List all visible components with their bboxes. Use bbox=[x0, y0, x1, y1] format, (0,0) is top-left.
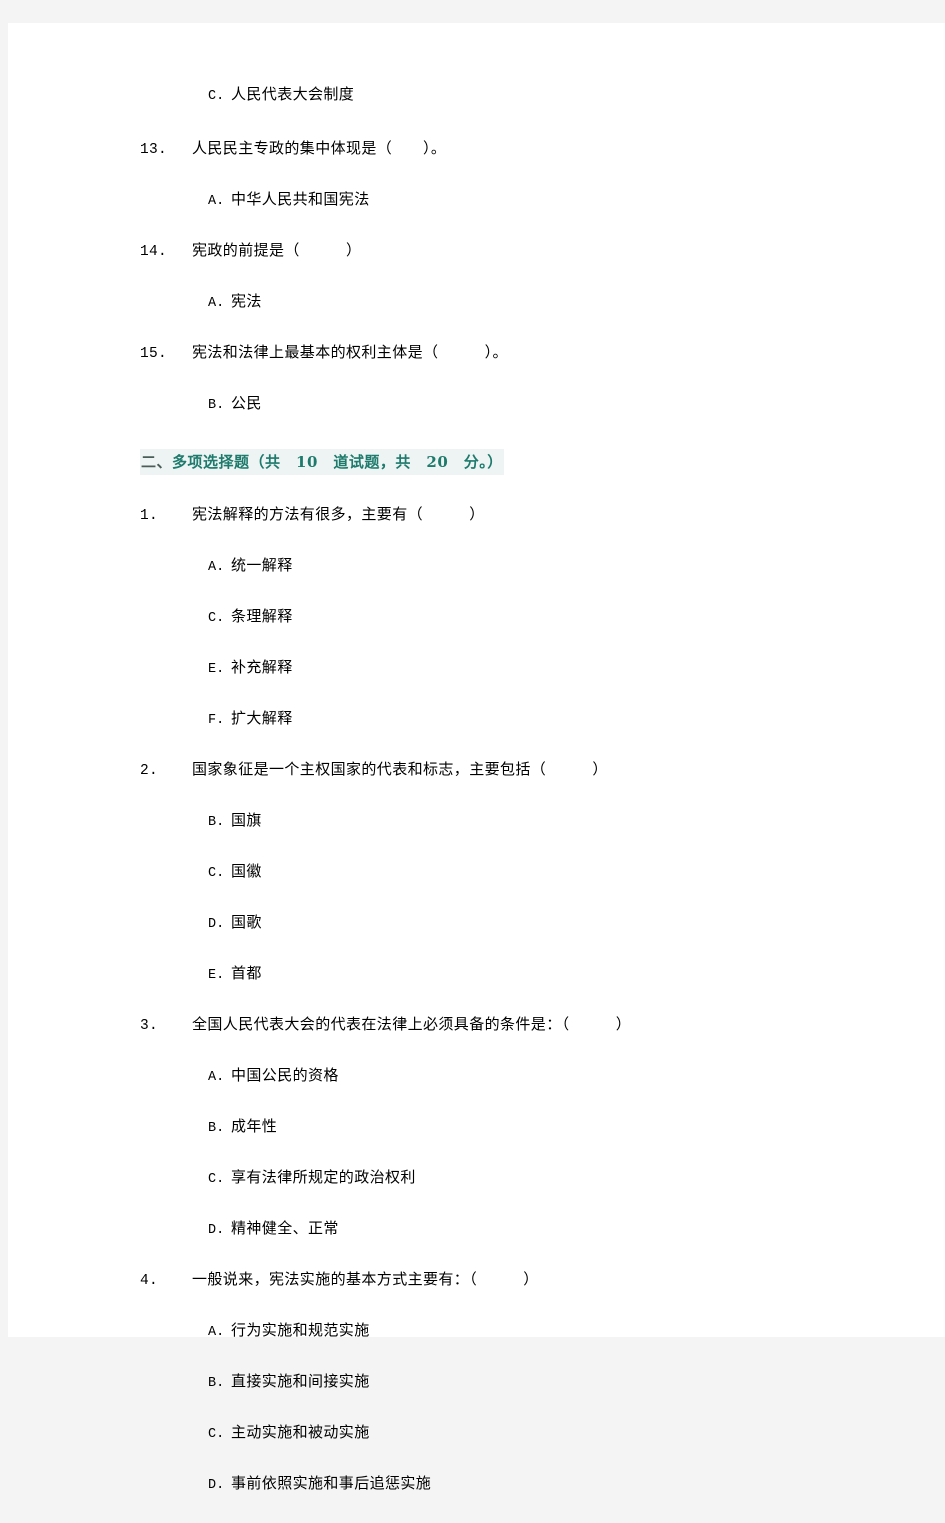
list-item: C. 主动实施和被动实施 bbox=[208, 1421, 900, 1442]
option-text: 国旗 bbox=[231, 811, 262, 829]
option-letter: D. bbox=[208, 1478, 225, 1493]
page-canvas: C. 人民代表大会制度 13. 人民民主专政的集中体现是（ ）。 A. 中华人民… bbox=[0, 0, 945, 1493]
question-number: 3. bbox=[140, 1018, 159, 1034]
question-number: 14. bbox=[140, 244, 168, 260]
list-item: C. 享有法律所规定的政治权利 bbox=[208, 1166, 900, 1187]
option-letter: A. bbox=[208, 560, 225, 575]
question-stem: 全国人民代表大会的代表在法律上必须具备的条件是：（ ） bbox=[192, 1015, 632, 1033]
option-letter: C. bbox=[208, 1427, 225, 1442]
question-number: 13. bbox=[140, 142, 168, 158]
option-text: 统一解释 bbox=[231, 556, 293, 574]
question-number: 15. bbox=[140, 346, 168, 362]
option-text: 公民 bbox=[231, 394, 262, 412]
list-item: D. 事前依照实施和事后追惩实施 bbox=[208, 1472, 900, 1493]
list-item: D. 国歌 bbox=[208, 911, 900, 932]
question-stem: 人民民主专政的集中体现是（ ）。 bbox=[192, 139, 447, 157]
option-letter: E. bbox=[208, 662, 225, 677]
option-text: 扩大解释 bbox=[231, 709, 293, 727]
option-text: 成年性 bbox=[231, 1117, 278, 1135]
option-letter: A. bbox=[208, 296, 225, 311]
option-letter: D. bbox=[208, 1223, 225, 1238]
list-item: C. 人民代表大会制度 bbox=[208, 83, 900, 104]
list-item: B. 国旗 bbox=[208, 809, 900, 830]
option-text: 人民代表大会制度 bbox=[231, 85, 355, 103]
option-letter: C. bbox=[208, 1172, 225, 1187]
section-index-label: 二、 bbox=[141, 453, 173, 471]
option-text: 精神健全、正常 bbox=[231, 1219, 339, 1237]
page-sheet: C. 人民代表大会制度 13. 人民民主专政的集中体现是（ ）。 A. 中华人民… bbox=[8, 23, 945, 1493]
list-item: C. 条理解释 bbox=[208, 605, 900, 626]
option-letter: C. bbox=[208, 89, 225, 104]
option-text: 事前依照实施和事后追惩实施 bbox=[231, 1474, 432, 1492]
question-number: 1. bbox=[140, 508, 159, 524]
option-letter: B. bbox=[208, 398, 225, 413]
option-letter: C. bbox=[208, 611, 225, 626]
question-stem: 国家象征是一个主权国家的代表和标志，主要包括（ ） bbox=[192, 760, 608, 778]
question-row: 14. 宪政的前提是（ ） bbox=[140, 239, 900, 260]
list-item: B. 直接实施和间接实施 bbox=[208, 1370, 900, 1391]
option-text: 国歌 bbox=[231, 913, 262, 931]
question-row: 2. 国家象征是一个主权国家的代表和标志，主要包括（ ） bbox=[140, 758, 900, 779]
document-body: C. 人民代表大会制度 13. 人民民主专政的集中体现是（ ）。 A. 中华人民… bbox=[140, 83, 900, 1523]
option-letter: C. bbox=[208, 866, 225, 881]
option-letter: E. bbox=[208, 968, 225, 983]
list-item: A. 统一解释 bbox=[208, 554, 900, 575]
question-number: 4. bbox=[140, 1273, 159, 1289]
option-text: 享有法律所规定的政治权利 bbox=[231, 1168, 416, 1186]
list-item: B. 公民 bbox=[208, 392, 900, 413]
option-letter: A. bbox=[208, 194, 225, 209]
option-letter: A. bbox=[208, 1070, 225, 1085]
question-stem: 一般说来，宪法实施的基本方式主要有：（ ） bbox=[192, 1270, 539, 1288]
option-letter: B. bbox=[208, 815, 225, 830]
option-letter: F. bbox=[208, 713, 225, 728]
list-item: E. 补充解释 bbox=[208, 656, 900, 677]
option-text: 首都 bbox=[231, 964, 262, 982]
option-text: 国徽 bbox=[231, 862, 262, 880]
option-letter: D. bbox=[208, 917, 225, 932]
question-row: 1. 宪法解释的方法有很多，主要有（ ） bbox=[140, 503, 900, 524]
section-title-label: 多项选择题（共 10 道试题，共 20 分。） bbox=[172, 453, 503, 471]
option-text: 条理解释 bbox=[231, 607, 293, 625]
list-item: C. 国徽 bbox=[208, 860, 900, 881]
question-stem: 宪法解释的方法有很多，主要有（ ） bbox=[192, 505, 485, 523]
option-text: 中华人民共和国宪法 bbox=[231, 190, 370, 208]
question-row: 15. 宪法和法律上最基本的权利主体是（ ）。 bbox=[140, 341, 900, 362]
section-heading-wrap: 二、多项选择题（共 10 道试题，共 20 分。） bbox=[140, 443, 900, 503]
list-item: F. 扩大解释 bbox=[208, 707, 900, 728]
option-letter: A. bbox=[208, 1325, 225, 1340]
question-number: 2. bbox=[140, 763, 159, 779]
list-item: A. 中华人民共和国宪法 bbox=[208, 188, 900, 209]
option-letter: B. bbox=[208, 1376, 225, 1391]
list-item: B. 成年性 bbox=[208, 1115, 900, 1136]
question-row: 4. 一般说来，宪法实施的基本方式主要有：（ ） bbox=[140, 1268, 900, 1289]
question-row: 13. 人民民主专政的集中体现是（ ）。 bbox=[140, 137, 900, 158]
option-text: 主动实施和被动实施 bbox=[231, 1423, 370, 1441]
list-item: E. 首都 bbox=[208, 962, 900, 983]
option-text: 补充解释 bbox=[231, 658, 293, 676]
question-row: 3. 全国人民代表大会的代表在法律上必须具备的条件是：（ ） bbox=[140, 1013, 900, 1034]
section-heading: 二、多项选择题（共 10 道试题，共 20 分。） bbox=[140, 449, 504, 475]
option-text: 直接实施和间接实施 bbox=[231, 1372, 370, 1390]
list-item: D. 精神健全、正常 bbox=[208, 1217, 900, 1238]
list-item: A. 中国公民的资格 bbox=[208, 1064, 900, 1085]
option-text: 宪法 bbox=[231, 292, 262, 310]
question-stem: 宪政的前提是（ ） bbox=[192, 241, 362, 259]
list-item: A. 宪法 bbox=[208, 290, 900, 311]
option-text: 中国公民的资格 bbox=[231, 1066, 339, 1084]
question-stem: 宪法和法律上最基本的权利主体是（ ）。 bbox=[192, 343, 508, 361]
option-letter: B. bbox=[208, 1121, 225, 1136]
